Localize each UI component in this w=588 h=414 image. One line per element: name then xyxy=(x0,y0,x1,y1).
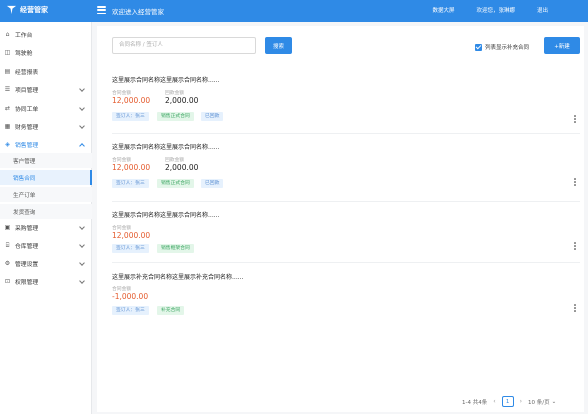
sidebar-item-settings[interactable]: ⚙ 管理设置 xyxy=(0,256,92,271)
sidebar-sub-shipping[interactable]: 发货查询 xyxy=(0,204,92,219)
top-header: 经营管家 欢迎进入经营管家 数据大屏 欢迎您，张琳娜 退出 xyxy=(0,0,588,22)
amount-label: 合同金额 xyxy=(112,158,132,163)
app-logo[interactable]: 经营管家 xyxy=(6,4,48,15)
paid-label: 回款金额 xyxy=(165,91,185,96)
sidebar-sub-production-order[interactable]: 生产订单 xyxy=(0,187,92,202)
sidebar-item-finance[interactable]: ▦ 财务管理 xyxy=(0,119,92,134)
chevron-down-icon xyxy=(79,105,85,111)
main-content: 合同名称 / 签订人 搜索 列表显示补充合同 +新建 这里展示合同名称这里展示合… xyxy=(97,26,584,412)
sidebar-item-permission[interactable]: ⊡ 权限管理 xyxy=(0,274,92,289)
user-greeting: 欢迎您，张琳娜 xyxy=(476,8,515,14)
more-options-icon[interactable] xyxy=(574,242,576,250)
more-options-icon[interactable] xyxy=(574,115,576,123)
contract-amount: 12,000.00 xyxy=(112,231,151,240)
finance-icon: ▦ xyxy=(4,123,11,130)
sales-icon: ◈ xyxy=(5,141,10,148)
contract-card[interactable]: 这里展示合同名称这里展示合同名称...... 合同金额 12,000.00 签订… xyxy=(112,210,576,256)
pagination-summary: 1-4 共4条 xyxy=(462,399,488,406)
data-screen-link[interactable]: 数据大屏 xyxy=(432,6,454,14)
workorder-icon: ⇄ xyxy=(4,105,11,112)
amount-label: 合同金额 xyxy=(112,226,132,231)
contract-type-tag: 销售正式合同 xyxy=(157,112,194,121)
chevron-up-icon xyxy=(79,143,85,149)
amount-label: 合同金额 xyxy=(112,91,132,96)
home-icon: ⌂ xyxy=(5,31,10,38)
report-icon: ▤ xyxy=(4,68,11,75)
contract-card[interactable]: 这里展示补充合同名称这里展示补充合同名称...... 合同金额 -1,000.0… xyxy=(112,272,576,318)
sidebar: ⌂ 工作台 ◫ 驾驶舱 ▤ 经营报表 ☰ 项目管理 ⇄ 协同工单 ▦ 财务管理 ◈ 销售管理 … xyxy=(0,22,92,414)
chevron-down-icon xyxy=(79,242,85,248)
more-options-icon[interactable] xyxy=(574,304,576,312)
app-name: 经营管家 xyxy=(20,5,48,14)
welcome-text: 欢迎进入经营管家 xyxy=(112,8,164,16)
cockpit-icon: ◫ xyxy=(4,49,11,56)
chevron-down-icon xyxy=(79,278,85,284)
chevron-down-icon xyxy=(79,86,85,92)
search-input[interactable]: 合同名称 / 签订人 xyxy=(112,37,256,54)
checkbox-label: 列表显示补充合同 xyxy=(485,45,530,51)
contract-card[interactable]: 这里展示合同名称这里展示合同名称...... 合同金额 12,000.00 回款… xyxy=(112,142,576,194)
chevron-down-icon xyxy=(79,224,85,230)
paid-amount: 2,000.00 xyxy=(165,163,199,172)
contract-type-tag: 销售框架合同 xyxy=(157,244,194,253)
divider xyxy=(112,201,580,202)
divider xyxy=(112,262,580,263)
signer-tag: 签订人：张三 xyxy=(112,112,149,121)
settings-icon: ⚙ xyxy=(4,260,11,267)
logo-icon xyxy=(6,5,17,15)
contract-title[interactable]: 这里展示补充合同名称这里展示补充合同名称...... xyxy=(112,272,243,281)
contract-title[interactable]: 这里展示合同名称这里展示合同名称...... xyxy=(112,210,219,219)
contract-title[interactable]: 这里展示合同名称这里展示合同名称...... xyxy=(112,75,219,84)
new-contract-button[interactable]: +新建 xyxy=(544,37,580,54)
chevron-down-icon xyxy=(79,123,85,129)
warehouse-icon: ⌸ xyxy=(5,241,10,249)
purchase-icon: ▣ xyxy=(4,224,11,231)
contract-title[interactable]: 这里展示合同名称这里展示合同名称...... xyxy=(112,142,219,151)
page-size-value: 10 条/页 xyxy=(528,399,550,406)
sidebar-item-sales[interactable]: ◈ 销售管理 xyxy=(0,137,92,152)
page-button-current[interactable]: 1 xyxy=(501,396,514,407)
menu-toggle-icon[interactable] xyxy=(97,6,106,14)
prev-page-icon[interactable]: ‹ xyxy=(493,398,495,405)
sidebar-item-workorder[interactable]: ⇄ 协同工单 xyxy=(0,101,92,116)
sidebar-sub-sales-contract[interactable]: 销售合同 xyxy=(0,170,92,185)
pagination: 1-4 共4条 ‹ 1 › 10 条/页 ⌄ xyxy=(462,396,556,407)
logout-link[interactable]: 退出 xyxy=(537,6,548,14)
search-button[interactable]: 搜索 xyxy=(265,37,292,54)
status-tag: 已回款 xyxy=(201,112,224,121)
status-tag: 已回款 xyxy=(201,179,224,188)
sidebar-item-warehouse[interactable]: ⌸ 仓库管理 xyxy=(0,238,92,253)
chevron-down-icon xyxy=(79,260,85,266)
paid-label: 回款金额 xyxy=(165,158,185,163)
checkbox-checked-icon[interactable] xyxy=(475,43,482,51)
next-page-icon[interactable]: › xyxy=(520,398,522,405)
divider xyxy=(112,133,580,134)
sidebar-item-project[interactable]: ☰ 项目管理 xyxy=(0,82,92,97)
signer-tag: 签订人：张三 xyxy=(112,179,149,188)
contract-amount: 12,000.00 xyxy=(112,96,151,105)
contract-amount: -1,000.00 xyxy=(112,292,149,301)
signer-tag: 签订人：张三 xyxy=(112,244,149,253)
paid-amount: 2,000.00 xyxy=(165,96,199,105)
contract-amount: 12,000.00 xyxy=(112,163,151,172)
chevron-down-icon: ⌄ xyxy=(551,398,557,405)
permission-icon: ⊡ xyxy=(4,278,11,285)
sidebar-item-workbench[interactable]: ⌂ 工作台 xyxy=(0,27,92,42)
page-size-select[interactable]: 10 条/页 ⌄ xyxy=(528,398,556,406)
sidebar-sub-customers[interactable]: 客户管理 xyxy=(0,153,92,168)
amount-label: 合同金额 xyxy=(112,287,132,292)
contract-type-tag: 销售正式合同 xyxy=(157,179,194,188)
show-supplement-checkbox[interactable]: 列表显示补充合同 xyxy=(475,43,529,51)
sidebar-item-purchase[interactable]: ▣ 采购管理 xyxy=(0,220,92,235)
sidebar-item-report[interactable]: ▤ 经营报表 xyxy=(0,64,92,79)
more-options-icon[interactable] xyxy=(574,178,576,186)
contract-type-tag: 补充合同 xyxy=(157,306,185,315)
signer-tag: 签订人：张三 xyxy=(112,306,149,315)
contract-card[interactable]: 这里展示合同名称这里展示合同名称...... 合同金额 12,000.00 回款… xyxy=(112,75,576,127)
project-icon: ☰ xyxy=(4,86,11,93)
sidebar-item-cockpit[interactable]: ◫ 驾驶舱 xyxy=(0,45,92,60)
